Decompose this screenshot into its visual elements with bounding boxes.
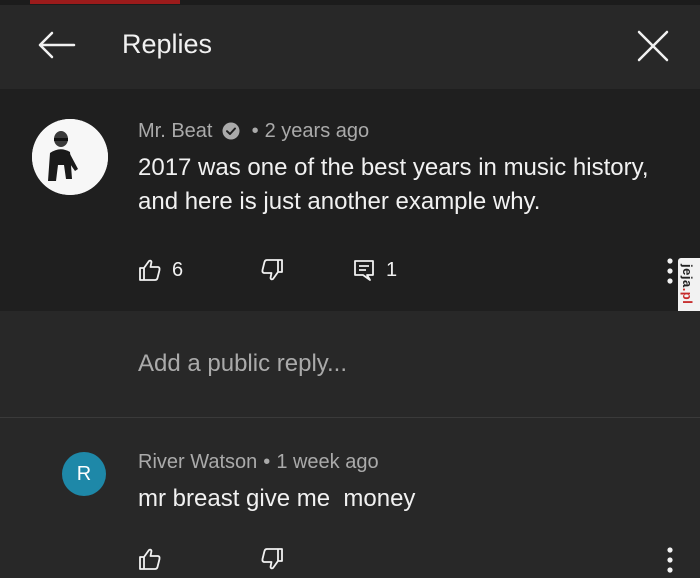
watermark-text: jeja xyxy=(680,264,695,288)
avatar[interactable] xyxy=(32,119,108,195)
person-avatar-icon xyxy=(32,119,108,195)
reply-button[interactable]: 1 xyxy=(352,257,397,283)
comment-author[interactable]: Mr. Beat xyxy=(138,120,212,142)
more-vert-icon[interactable] xyxy=(664,257,676,285)
close-icon[interactable] xyxy=(636,29,670,63)
reply-text: mr breast give me money xyxy=(138,485,416,512)
like-count: 6 xyxy=(172,258,184,281)
comment-meta: Mr. Beat • 2 years ago xyxy=(138,117,369,145)
top-strip-accent xyxy=(30,0,180,4)
verified-icon xyxy=(222,122,240,140)
more-vert-icon[interactable] xyxy=(664,546,676,574)
like-button[interactable] xyxy=(138,546,162,572)
thumbs-up-icon xyxy=(139,259,161,281)
reply-input[interactable]: Add a public reply... xyxy=(138,349,347,379)
dislike-button[interactable] xyxy=(260,546,284,572)
replies-header: Replies xyxy=(0,5,700,89)
main-comment: Mr. Beat • 2 years ago 2017 was one of th… xyxy=(0,89,700,311)
reply-icon xyxy=(354,260,374,281)
reply-author[interactable]: River Watson xyxy=(138,451,257,473)
thumbs-down-icon xyxy=(261,259,283,281)
page-title: Replies xyxy=(122,29,213,59)
meta-separator: • xyxy=(251,120,259,142)
comment-text: 2017 was one of the best years in music … xyxy=(138,154,649,215)
dislike-button[interactable] xyxy=(260,257,284,283)
reply-time: 1 week ago xyxy=(276,451,379,473)
avatar[interactable]: R xyxy=(62,452,106,496)
back-arrow-icon[interactable] xyxy=(36,31,76,59)
thumbs-down-icon xyxy=(261,548,283,570)
like-button[interactable]: 6 xyxy=(138,257,183,283)
comment-time: 2 years ago xyxy=(264,120,370,142)
avatar-letter: R xyxy=(76,462,92,485)
thumbs-up-icon xyxy=(139,548,161,570)
reply-comment: R River Watson • 1 week ago mr breast give… xyxy=(0,418,700,578)
reply-box: Add a public reply... xyxy=(0,311,700,418)
reply-meta: River Watson • 1 week ago xyxy=(138,448,379,476)
meta-separator: • xyxy=(263,451,271,473)
reply-count: 1 xyxy=(386,258,398,281)
watermark-suffix: .pl xyxy=(680,287,695,305)
